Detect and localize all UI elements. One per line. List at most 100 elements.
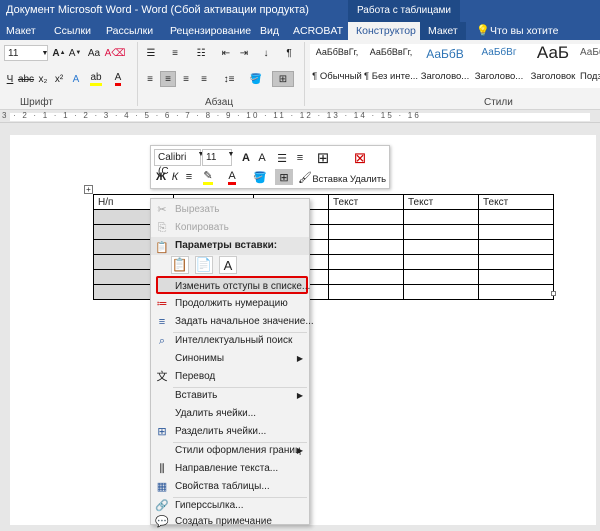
bold-icon[interactable]: Ж [155, 169, 167, 185]
menu-item-new-comment[interactable]: 💬 Создать примечание [151, 513, 309, 531]
menu-item-table-properties[interactable]: ▦ Свойства таблицы... [151, 478, 309, 496]
translate-icon: 文 [156, 371, 168, 383]
paste-keep-formatting-icon[interactable]: 📋 [171, 256, 189, 274]
paste-text-only-icon[interactable]: A [219, 256, 237, 274]
table-properties-icon: ▦ [156, 481, 168, 493]
set-value-icon: ≡ [158, 316, 166, 328]
strikethrough-icon[interactable]: abc [18, 71, 34, 87]
style-subtitle[interactable]: АаБбВПодзагол... [580, 44, 600, 88]
style-title[interactable]: АаБ Заголовок [526, 43, 580, 88]
change-case-icon[interactable]: Aa [85, 45, 103, 61]
table-cell[interactable]: Текст [328, 194, 404, 210]
numbering-icon[interactable]: ≡ [166, 45, 184, 61]
insert-table-icon[interactable]: ⊞ [314, 149, 332, 167]
insert-button[interactable]: Вставка [311, 172, 349, 186]
table-resize-handle[interactable] [551, 291, 556, 296]
font-group-label: Шрифт [20, 97, 53, 108]
tab-view[interactable]: Вид [260, 22, 279, 40]
superscript-icon[interactable]: x² [52, 71, 66, 87]
style-heading-1[interactable]: АаБбВ Заголово... [418, 44, 472, 88]
tab-layout[interactable]: Макет [6, 22, 36, 40]
chevron-down-icon[interactable]: ▼ [227, 151, 235, 158]
bullets-icon[interactable]: ☰ [274, 150, 290, 166]
show-marks-icon[interactable]: ¶ [282, 45, 296, 61]
shading-icon[interactable]: 🪣 [251, 169, 269, 185]
delete-table-icon[interactable]: ⊠ [351, 149, 369, 167]
title-bar: Документ Microsoft Word - Word (Сбой акт… [0, 0, 600, 22]
table-cell[interactable]: Текст [478, 194, 554, 210]
menu-item-translate[interactable]: 文 Перевод [151, 368, 309, 386]
ribbon: 11 ▼ A ▲ A ▼ Aa A⌫ Ч abc x₂ x² A ab A Шриф… [0, 40, 600, 110]
font-size-value: 11 [8, 47, 19, 59]
menu-item-insert[interactable]: Вставить ▶ [151, 387, 309, 405]
menu-item-set-numbering-value[interactable]: ≡ Задать начальное значение... [151, 313, 314, 331]
tab-design[interactable]: Конструктор [348, 22, 424, 40]
align-left-icon[interactable]: ≡ [142, 71, 158, 87]
menu-item-continue-numbering[interactable]: ≔ Продолжить нумерацию [151, 295, 309, 313]
tab-review[interactable]: Рецензирование [170, 22, 251, 40]
grow-font-icon[interactable]: A ▲ [52, 45, 66, 61]
menu-item-border-styles[interactable]: Стили оформления границ ▶ [151, 442, 309, 460]
delete-button[interactable]: Удалить [349, 172, 387, 186]
tell-me-box[interactable]: Что вы хотите сделать? [490, 22, 600, 55]
style-no-spacing[interactable]: АаБбВвГг, ¶ Без инте... [364, 44, 418, 88]
menu-item-cut[interactable]: ✂ Вырезать [151, 201, 309, 219]
line-spacing-icon[interactable]: ↕≡ [218, 71, 240, 87]
style-normal[interactable]: АаБбВвГг, ¶ Обычный [310, 44, 364, 88]
style-heading-2[interactable]: АаБбВг Заголово... [472, 44, 526, 88]
increase-indent-icon[interactable]: ⇥ [236, 45, 252, 61]
clear-format-icon[interactable]: A⌫ [105, 45, 126, 61]
tab-table-layout[interactable]: Макет [420, 22, 466, 40]
menu-item-copy[interactable]: ⎘ Копировать [151, 219, 309, 237]
paste-merge-formatting-icon[interactable]: 📄 [195, 256, 213, 274]
subscript-icon[interactable]: x₂ [36, 71, 50, 87]
styles-group-label: Стили [484, 97, 513, 108]
grow-font-icon[interactable]: A [238, 150, 254, 166]
ribbon-tabs: Макет Ссылки Рассылки Рецензирование Вид… [0, 22, 600, 55]
tab-acrobat[interactable]: ACROBAT [293, 22, 343, 40]
menu-item-text-direction[interactable]: ⫼ Направление текста... [151, 460, 309, 478]
text-effects-icon[interactable]: A [68, 71, 84, 87]
ruler-scale: 3 · 2 · 1 · 1 · 2 · 3 · 4 · 5 · 6 · 7 · … [2, 111, 422, 120]
justify-icon[interactable]: ≡ [196, 71, 212, 87]
shrink-font-icon[interactable]: A [254, 150, 270, 166]
highlight-icon[interactable]: ✎ [199, 169, 217, 185]
mini-font-box[interactable]: Calibri (С [154, 149, 201, 177]
italic-icon[interactable]: К [169, 169, 181, 185]
align-right-icon[interactable]: ≡ [178, 71, 194, 87]
search-icon: ⌕ [158, 335, 166, 347]
numbering-icon[interactable]: ≡ [292, 150, 308, 166]
menu-item-split-cells[interactable]: ⊞ Разделить ячейки... [151, 423, 309, 441]
multilevel-list-icon[interactable]: ☷ [192, 45, 210, 61]
menu-item-synonyms[interactable]: Синонимы ▶ [151, 350, 309, 368]
comment-icon: 💬 [155, 516, 169, 528]
submenu-arrow-icon: ▶ [296, 354, 303, 363]
shrink-font-icon[interactable]: A ▼ [68, 45, 82, 61]
highlight-icon[interactable]: ab [88, 71, 104, 87]
text-direction-icon: ⫼ [159, 463, 165, 475]
shading-icon[interactable]: 🪣 [246, 71, 266, 87]
table-move-handle[interactable]: + [84, 185, 93, 194]
align-center-icon[interactable]: ≡ [183, 169, 195, 185]
font-color-icon[interactable]: A [223, 169, 241, 185]
tab-references[interactable]: Ссылки [54, 22, 91, 40]
sort-icon[interactable]: ↓ [258, 45, 274, 61]
borders-icon[interactable]: ⊞ [272, 71, 294, 87]
split-cells-icon: ⊞ [157, 426, 167, 438]
borders-icon[interactable]: ⊞ [275, 169, 293, 185]
align-center-icon[interactable]: ≡ [160, 71, 176, 87]
clipboard-icon: 📋 [155, 242, 169, 254]
font-size-dropdown-icon[interactable]: ▼ [40, 45, 50, 61]
paste-options-header: 📋 Параметры вставки: [151, 237, 309, 255]
decrease-indent-icon[interactable]: ⇤ [218, 45, 234, 61]
menu-item-smart-lookup[interactable]: ⌕ Интеллектуальный поиск [151, 332, 309, 350]
font-color-icon[interactable]: A [110, 71, 126, 87]
bullets-icon[interactable]: ☰ [142, 45, 160, 61]
menu-item-delete-cells[interactable]: Удалить ячейки... [151, 405, 309, 423]
underline-icon[interactable]: Ч [4, 71, 16, 87]
horizontal-ruler[interactable]: 3 · 2 · 1 · 1 · 2 · 3 · 4 · 5 · 6 · 7 · … [0, 111, 600, 123]
menu-item-adjust-list-indents[interactable]: Изменить отступы в списке... [156, 276, 310, 294]
table-cell[interactable]: Текст [403, 194, 479, 210]
hyperlink-icon: 🔗 [155, 500, 169, 512]
tab-mailings[interactable]: Рассылки [106, 22, 153, 40]
